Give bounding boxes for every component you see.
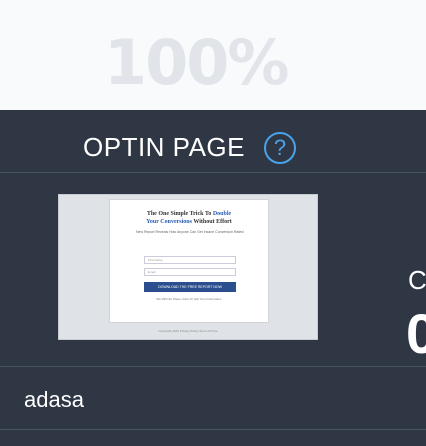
page-name-row[interactable]: adasa — [0, 367, 426, 430]
thumbnail-download-button: DOWNLOAD THE FREE REPORT NOW — [144, 282, 236, 292]
stats-header: 100% — [0, 0, 426, 110]
help-icon[interactable]: ? — [264, 132, 296, 164]
thumbnail-subheadline: New Report Reveals How Anyone Can Get In… — [136, 230, 244, 234]
thumbnail-first-name-field: First Name — [144, 256, 236, 264]
thumbnail-row: The One Simple Trick To Double Your Conv… — [0, 173, 426, 367]
thumbnail-card: The One Simple Trick To Double Your Conv… — [109, 199, 269, 323]
thumbnail-footer: Copyright 2016 Privacy Policy Terms Of U… — [158, 329, 218, 333]
thumbnail-headline-text-2: Without Effort — [193, 219, 232, 225]
thumbnail-headline-text: The One Simple Trick To — [146, 211, 212, 217]
thumbnail-headline-highlight: Double — [212, 211, 232, 217]
page-name: adasa — [24, 387, 84, 412]
optin-page-title: OPTIN PAGE — [83, 132, 245, 162]
side-column-value: 0 — [406, 302, 426, 365]
conversion-percent: 100% — [104, 26, 290, 99]
optin-header-row: OPTIN PAGE ? — [0, 110, 426, 173]
optin-panel: OPTIN PAGE ? The One Simple Trick To Dou… — [0, 110, 426, 446]
thumbnail-email-field: Email — [144, 268, 236, 276]
thumbnail-headline-line2: Your Conversions Without Effort — [110, 219, 268, 225]
thumbnail-headline-highlight-2: Your Conversions — [146, 219, 192, 225]
thumbnail-privacy-note: We Will Not Share, Rent Or Sell Your Inf… — [156, 297, 222, 301]
thumbnail-headline-line1: The One Simple Trick To Double — [110, 211, 268, 217]
optin-page-thumbnail[interactable]: The One Simple Trick To Double Your Conv… — [58, 194, 318, 340]
side-column-label: C — [408, 265, 426, 295]
